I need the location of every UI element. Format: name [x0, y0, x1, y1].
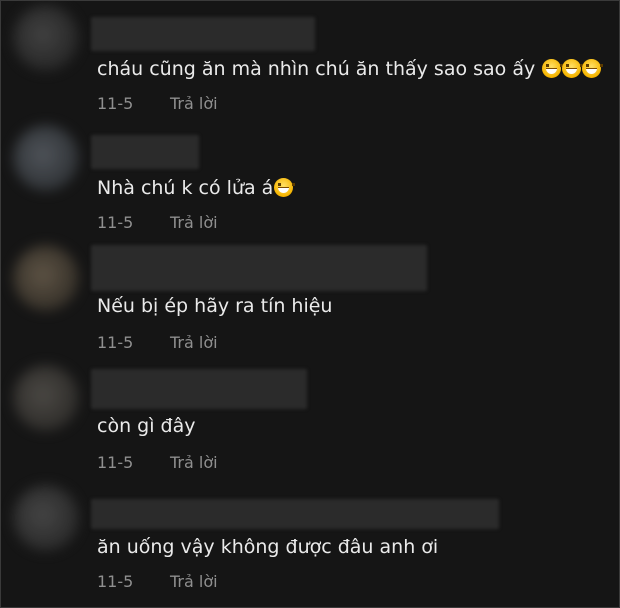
- comment-text: còn gì đây: [97, 415, 196, 437]
- username-redacted[interactable]: [91, 245, 427, 291]
- comment-text-row: Nếu bị ép hãy ra tín hiệu: [97, 294, 332, 318]
- avatar[interactable]: [13, 125, 79, 191]
- reply-button[interactable]: Trả lời: [170, 94, 218, 113]
- comment-item: ăn uống vậy không được đâu anh ơi 11-5 Tr…: [1, 481, 620, 601]
- comment-date: 11-5: [97, 453, 134, 472]
- comment-meta: 11-5 Trả lời: [97, 213, 218, 232]
- comment-meta: 11-5 Trả lời: [97, 333, 218, 352]
- comment-item: Nhà chú k có lửa á 11-5 Trả lời: [1, 121, 620, 241]
- comment-date: 11-5: [97, 333, 134, 352]
- comment-date: 11-5: [97, 94, 134, 113]
- comment-text: Nếu bị ép hãy ra tín hiệu: [97, 295, 333, 317]
- username-redacted[interactable]: [91, 499, 499, 529]
- comment-date: 11-5: [97, 213, 134, 232]
- comment-date: 11-5: [97, 572, 134, 591]
- comment-text-row: cháu cũng ăn mà nhìn chú ăn thấy sao sao…: [97, 57, 604, 81]
- grinning-sweat-icon: [542, 59, 564, 78]
- comment-meta: 11-5 Trả lời: [97, 572, 218, 591]
- avatar[interactable]: [13, 365, 79, 431]
- reply-button[interactable]: Trả lời: [170, 333, 218, 352]
- comment-text: ăn uống vậy không được đâu anh ơi: [97, 536, 439, 558]
- grinning-sweat-icon: [562, 59, 584, 78]
- reply-button[interactable]: Trả lời: [170, 572, 218, 591]
- comment-meta: 11-5 Trả lời: [97, 94, 218, 113]
- username-redacted[interactable]: [91, 17, 315, 51]
- comment-item: còn gì đây 11-5 Trả lời: [1, 361, 620, 481]
- comment-text-row: còn gì đây: [97, 414, 195, 438]
- reply-button[interactable]: Trả lời: [170, 453, 218, 472]
- username-redacted[interactable]: [91, 135, 199, 169]
- avatar[interactable]: [13, 485, 79, 551]
- comment-item: cháu cũng ăn mà nhìn chú ăn thấy sao sao…: [1, 1, 620, 121]
- comment-item: Nếu bị ép hãy ra tín hiệu 11-5 Trả lời: [1, 241, 620, 361]
- avatar[interactable]: [13, 5, 79, 71]
- grinning-icon: [274, 178, 296, 197]
- comment-meta: 11-5 Trả lời: [97, 453, 218, 472]
- comment-text: Nhà chú k có lửa á: [97, 177, 274, 199]
- avatar[interactable]: [13, 245, 79, 311]
- comment-text-row: Nhà chú k có lửa á: [97, 176, 296, 200]
- username-redacted[interactable]: [91, 369, 307, 409]
- reply-button[interactable]: Trả lời: [170, 213, 218, 232]
- comment-panel: cháu cũng ăn mà nhìn chú ăn thấy sao sao…: [0, 0, 620, 608]
- comment-text-row: ăn uống vậy không được đâu anh ơi: [97, 535, 438, 559]
- grinning-sweat-icon: [582, 59, 604, 78]
- comment-text: cháu cũng ăn mà nhìn chú ăn thấy sao sao…: [97, 58, 536, 80]
